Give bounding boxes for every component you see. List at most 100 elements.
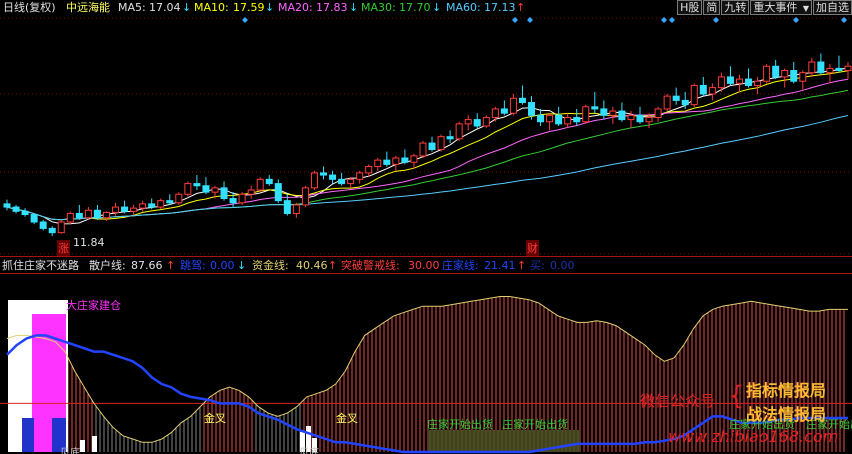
candle-body [754, 80, 762, 86]
candle-body [808, 61, 816, 74]
bottom-bar [92, 436, 97, 452]
candle-body [12, 206, 20, 212]
candle-body [654, 108, 662, 118]
candle-body [166, 200, 174, 204]
candle-body [500, 108, 508, 114]
zijin-value: 40.46 [296, 259, 328, 272]
candle-body [618, 110, 626, 121]
candle-body [21, 210, 29, 216]
candle-body [265, 178, 273, 185]
low-price-label: 11.84 [73, 236, 105, 249]
candle-body [112, 206, 120, 213]
candle-body [410, 155, 418, 163]
candle-body [374, 159, 382, 168]
candle-body [681, 99, 689, 106]
stock-chart[interactable] [0, 0, 852, 454]
candle-body [383, 159, 391, 165]
candle-body [66, 212, 74, 223]
candle-body [310, 172, 318, 189]
candle-body [546, 114, 554, 123]
candle-body [419, 142, 427, 157]
tupo-label: 突破警戒线: [341, 259, 400, 272]
candle-body [356, 172, 364, 180]
candle-body [745, 78, 753, 86]
candlesticks [3, 53, 852, 237]
sell-annotation-1: 庄家开始出货 [427, 418, 493, 431]
candle-body [527, 102, 535, 116]
candle-body [555, 114, 563, 125]
candle-body [75, 212, 83, 219]
sanhu-arrow: ↑ [166, 259, 176, 272]
candle-body [482, 116, 490, 127]
candle-body [157, 200, 165, 208]
build-block-blue [22, 418, 34, 452]
candle-body [726, 76, 734, 84]
candle-body [636, 114, 644, 123]
candle-body [437, 136, 445, 150]
candle-body [645, 116, 653, 123]
candle-body [238, 193, 246, 204]
candle-body [121, 206, 129, 212]
candle-body [256, 178, 264, 191]
bottom-annotation-1: 见底 [60, 448, 80, 454]
candle-body [627, 114, 635, 121]
event-diamond-icon [793, 17, 799, 23]
mai-value: 0.00 [550, 259, 575, 272]
candle-body [211, 187, 219, 193]
candle-body [428, 142, 436, 150]
candle-body [193, 183, 201, 187]
candle-body [220, 187, 228, 200]
candle-body [564, 116, 572, 125]
candle-body [84, 209, 92, 219]
zijin-arrow: ↑ [328, 259, 338, 272]
candle-body [663, 95, 671, 110]
candle-body [446, 136, 454, 140]
candle-body [473, 119, 481, 127]
candle-body [455, 123, 463, 140]
candle-body [347, 178, 355, 185]
candle-body [329, 174, 337, 180]
candle-body [826, 67, 834, 74]
sanhu-label: 散户线: [89, 259, 126, 272]
candle-body [817, 61, 825, 74]
candle-body [229, 198, 237, 204]
zhuangjia-arrow: ↑ [517, 259, 527, 272]
candle-body [274, 183, 282, 202]
candle-body [184, 183, 192, 195]
candle-body [690, 84, 698, 106]
site-watermark: www.zhibiao168.com [668, 427, 839, 446]
ma60-line [6, 115, 849, 221]
candle-body [57, 221, 65, 234]
candle-body [582, 106, 590, 123]
candle-body [102, 211, 110, 219]
candle-body [573, 116, 581, 123]
candle-body [600, 108, 608, 116]
candle-body [30, 214, 38, 223]
candle-body [283, 200, 291, 214]
candle-body [392, 157, 400, 165]
bottom-bar [80, 440, 85, 452]
candle-body [301, 187, 309, 206]
zhuangjia-label: 庄家线: [442, 259, 479, 272]
wechat-watermark: 微信公众号 [640, 392, 716, 410]
brand1-watermark: 指标情报局 [746, 381, 827, 400]
candle-body [735, 78, 743, 84]
candle-body [799, 72, 807, 82]
ma20-line [6, 78, 849, 221]
tiaoxing-arrow: ↓ [237, 259, 247, 272]
candle-body [39, 221, 47, 229]
candle-body [591, 106, 599, 110]
brand2-watermark: 战法情报局 [746, 405, 827, 424]
candle-body [365, 166, 373, 174]
candle-body [48, 227, 56, 234]
candle-body [708, 87, 716, 95]
event-diamond-icon [841, 17, 847, 23]
event-diamond-icon [661, 17, 667, 23]
cai-marker: 财 [526, 240, 539, 256]
candle-body [509, 97, 517, 114]
candle-body [292, 204, 300, 214]
candle-body [537, 114, 545, 123]
candle-body [175, 193, 183, 204]
event-diamond-icon [713, 17, 719, 23]
bottom-annotation-2: 见底 [299, 448, 319, 454]
